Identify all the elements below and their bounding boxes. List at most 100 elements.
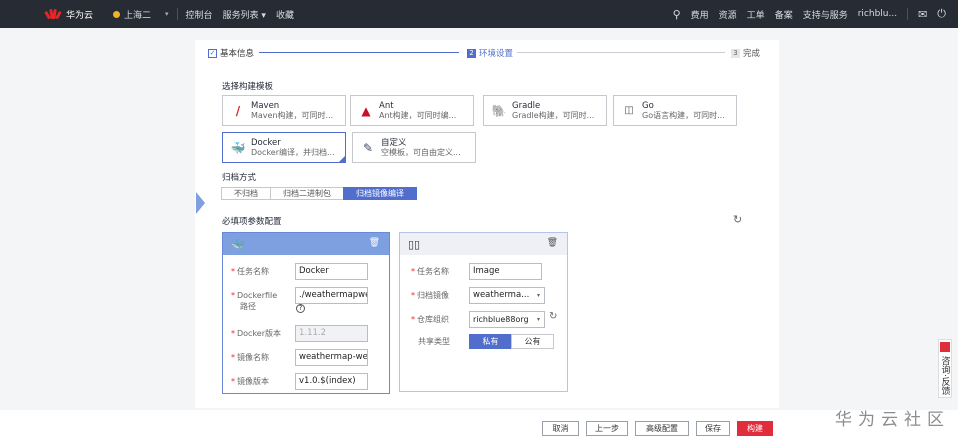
power-icon[interactable]: ⏻ xyxy=(937,7,946,21)
params-section-title: 必填项参数配置 xyxy=(222,217,282,227)
field-image-name: * 镜像名称 xyxy=(231,353,269,363)
archive-option-image[interactable]: 归档镜像编译 xyxy=(343,187,417,200)
delete-icon[interactable]: 🗑 xyxy=(547,238,558,248)
save-button[interactable]: 保存 xyxy=(696,421,730,436)
template-desc: 空模板，可自由定义... xyxy=(381,147,461,157)
favorites-link[interactable]: 收藏 xyxy=(276,8,294,21)
feedback-side-tab[interactable]: 咨询·反馈 xyxy=(938,339,952,398)
archive-option-binary[interactable]: 归档二进制包 xyxy=(270,187,344,200)
nav-fees[interactable]: 费用 xyxy=(691,8,709,21)
task-name-input[interactable]: Docker xyxy=(295,263,368,280)
image-name-input[interactable]: weathermap-wea xyxy=(295,349,368,366)
feedback-label: 咨询·反馈 xyxy=(939,356,950,395)
template-card-maven[interactable]: / Maven Maven构建，可同时... xyxy=(222,95,346,126)
nav-support[interactable]: 支持与服务 xyxy=(803,8,848,21)
field-label: * 任务名称 xyxy=(411,267,449,276)
huawei-logo-icon xyxy=(44,8,62,20)
image-version-input[interactable]: v1.0.$(index) xyxy=(295,373,368,390)
mail-icon[interactable]: ✉ xyxy=(918,8,927,21)
docker-version-input: 1.11.2 xyxy=(295,325,368,342)
template-name: Maven xyxy=(251,100,280,111)
gradle-icon: 🐘 xyxy=(491,103,507,118)
divider xyxy=(907,8,909,20)
share-private-option[interactable]: 私有 xyxy=(469,334,512,349)
field-image-version: * 镜像版本 xyxy=(231,377,269,387)
help-icon[interactable]: ? xyxy=(296,304,305,313)
field-task-name: * 任务名称 xyxy=(411,267,449,277)
checkbox-checked-icon: ✓ xyxy=(208,48,217,58)
step-basic-info[interactable]: ✓ 基本信息 xyxy=(208,47,254,59)
image-archive-icon: ▯▯ xyxy=(408,237,421,251)
nav-resources[interactable]: 资源 xyxy=(719,8,737,21)
top-navigation-bar: 华为云 上海二 ▾ 控制台 服务列表 ▾ 收藏 ⚲ 费用 资源 工单 备案 支持… xyxy=(0,0,958,28)
field-repo-org: * 仓库组织 xyxy=(411,315,449,325)
service-list-menu[interactable]: 服务列表 ▾ xyxy=(223,8,266,21)
template-name: Ant xyxy=(379,100,394,111)
template-card-custom[interactable]: ✎ 自定义 空模板，可自由定义... xyxy=(352,132,476,163)
docker-step-card[interactable]: 🐳 🗑 xyxy=(222,232,390,394)
region-selector[interactable]: 上海二 ▾ xyxy=(113,8,169,21)
template-card-go[interactable]: ◫ Go Go语言构建，可同时... xyxy=(613,95,737,126)
previous-step-button[interactable]: 上一步 xyxy=(586,421,628,436)
share-type-label: 共享类型 xyxy=(418,337,450,346)
build-button[interactable]: 构建 xyxy=(737,421,773,436)
field-docker-version: * Docker版本 xyxy=(231,329,281,339)
template-card-gradle[interactable]: 🐘 Gradle Gradle构建，可同时... xyxy=(483,95,607,126)
template-card-ant[interactable]: ▲ Ant Ant构建，可同时编... xyxy=(350,95,474,126)
delete-icon[interactable]: 🗑 xyxy=(369,238,380,248)
archive-mode-selector: 不归档 归档二进制包 归档镜像编译 xyxy=(221,187,417,200)
step-finish: 3 完成 xyxy=(731,47,760,59)
template-card-docker[interactable]: 🐳 Docker Docker编译，并归档... xyxy=(222,132,346,163)
go-icon: ◫ xyxy=(624,105,634,116)
brand-name: 华为云 xyxy=(66,10,94,21)
chevron-down-icon: ▾ xyxy=(536,316,540,323)
field-label: * 任务名称 xyxy=(231,267,269,276)
docker-icon: 🐳 xyxy=(230,140,246,155)
card-arrow xyxy=(196,192,205,214)
step-label: 基本信息 xyxy=(220,49,255,59)
location-icon xyxy=(113,10,121,18)
share-type-toggle: 私有 公有 xyxy=(469,334,554,349)
step-label: 环境设置 xyxy=(479,49,514,59)
step-connector xyxy=(517,52,725,53)
nav-filing[interactable]: 备案 xyxy=(775,8,793,21)
card-header: ▯▯ 🗑 xyxy=(400,233,567,255)
template-name: 自定义 xyxy=(381,137,407,148)
image-task-name-input[interactable]: Image xyxy=(469,263,542,280)
ant-icon: ▲ xyxy=(361,103,371,118)
card-header: 🐳 🗑 xyxy=(223,233,389,255)
docker-icon: 🐳 xyxy=(231,237,245,251)
archive-image-select[interactable]: weatherma... ▾ xyxy=(469,287,545,304)
search-icon[interactable]: ⚲ xyxy=(673,8,681,21)
field-task-name: * 任务名称 xyxy=(231,267,269,277)
template-name: Gradle xyxy=(512,100,541,111)
share-public-option[interactable]: 公有 xyxy=(511,334,554,349)
advanced-config-button[interactable]: 高级配置 xyxy=(635,421,689,436)
field-label: * Docker版本 xyxy=(231,329,282,338)
dockerfile-path-input[interactable]: ./weathermapwe xyxy=(295,287,368,304)
user-account-menu[interactable]: richblu... xyxy=(858,9,897,19)
page-scrollbar[interactable] xyxy=(951,28,958,410)
step-label: 完成 xyxy=(743,49,761,59)
archive-section-title: 归档方式 xyxy=(222,173,257,183)
wizard-steps: ✓ 基本信息 2 环境设置 3 完成 xyxy=(195,40,779,64)
nav-tickets[interactable]: 工单 xyxy=(747,8,765,21)
field-label-line2: 路径 xyxy=(240,302,256,311)
maven-icon: / xyxy=(235,103,241,118)
refresh-icon[interactable]: ↻ xyxy=(549,311,557,322)
repo-org-select[interactable]: richblue88org ▾ xyxy=(469,311,545,328)
divider xyxy=(176,8,178,20)
archive-option-none[interactable]: 不归档 xyxy=(221,187,271,200)
select-value: weatherma... xyxy=(473,290,530,300)
refresh-icon[interactable]: ↻ xyxy=(733,213,742,226)
field-label: * 归档镜像 xyxy=(411,291,449,300)
step-number: 2 xyxy=(467,48,476,58)
brand-logo[interactable]: 华为云 xyxy=(44,8,94,21)
feedback-icon xyxy=(940,342,950,352)
chevron-down-icon: ▾ xyxy=(536,292,540,299)
console-link[interactable]: 控制台 xyxy=(186,8,213,21)
field-dockerfile-path: * Dockerfile xyxy=(231,291,277,301)
cancel-button[interactable]: 取消 xyxy=(542,421,579,436)
step-connector xyxy=(259,52,459,53)
step-number: 3 xyxy=(731,48,740,58)
